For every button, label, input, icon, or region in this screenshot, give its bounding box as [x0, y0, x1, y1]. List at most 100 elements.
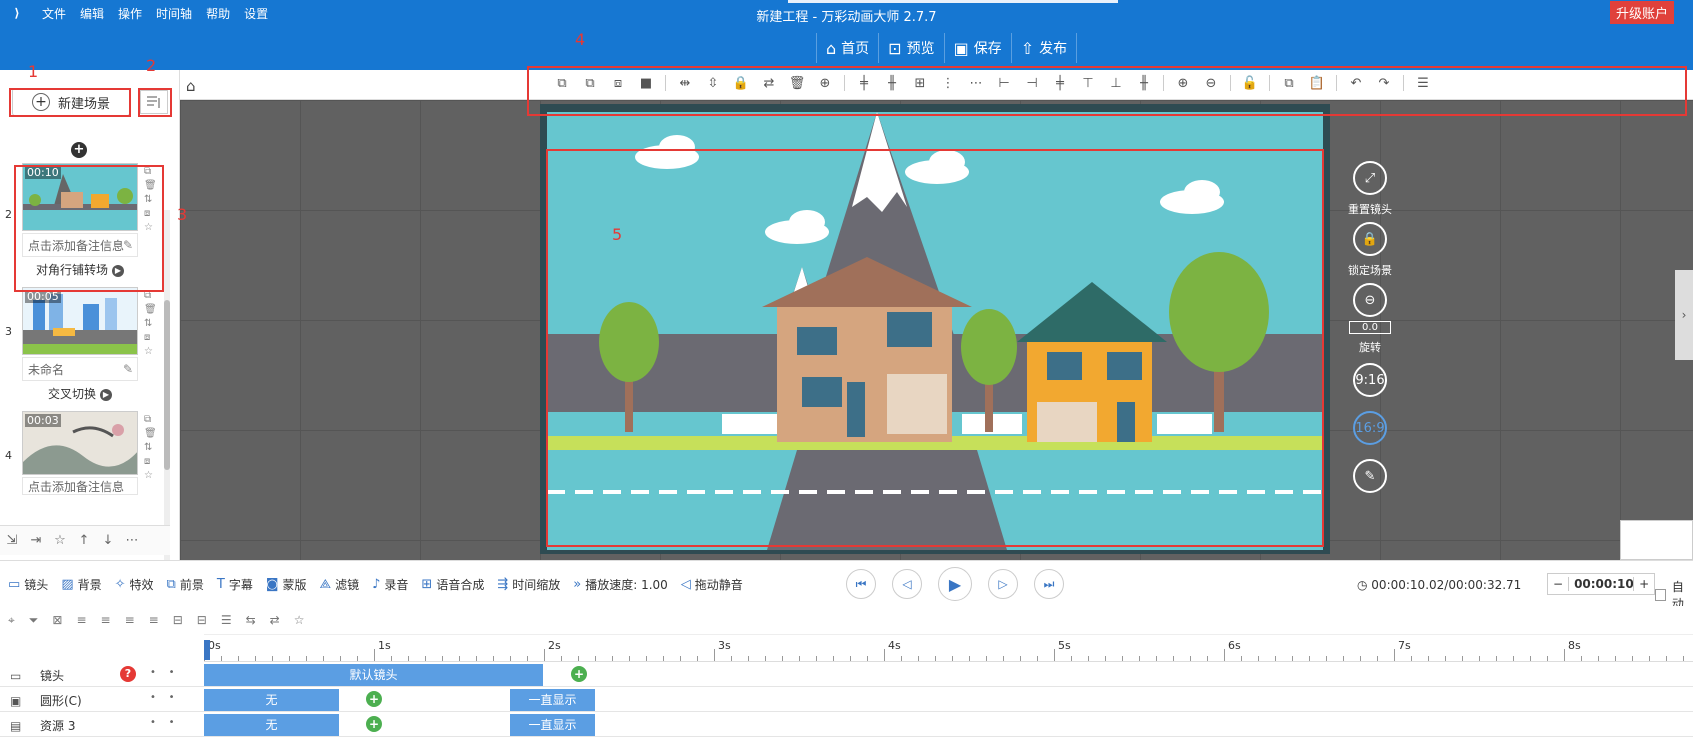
scene-thumbnail[interactable]: 00:05 — [22, 287, 138, 355]
filter-icon[interactable]: ⏷ — [29, 613, 39, 628]
rotate-dial[interactable]: ⊖ — [1353, 283, 1387, 317]
crosshair-icon[interactable]: ⌖ — [8, 613, 15, 628]
ratio-16-9-button[interactable]: 16:9 — [1353, 411, 1387, 445]
add-keyframe-icon[interactable]: + — [366, 691, 382, 707]
add-scene-icon[interactable]: + — [71, 142, 87, 158]
align-justify-icon[interactable]: ≡ — [149, 613, 159, 627]
lock-scene-button[interactable]: 🔒 — [1353, 222, 1387, 256]
play-button[interactable]: ▶ — [938, 567, 972, 601]
zoom-value[interactable]: 00:00:10.0 — [1568, 577, 1635, 591]
export-icon[interactable]: ⇥ — [24, 533, 48, 548]
scene-thumbnail[interactable]: 00:03 — [22, 411, 138, 475]
minimap[interactable] — [1620, 520, 1693, 560]
ruler-tick — [765, 656, 766, 661]
tab-time-scale[interactable]: ⇶ 时间缩放 — [497, 576, 560, 593]
playhead[interactable] — [204, 640, 210, 660]
tab-tts[interactable]: ⊞ 语音合成 — [421, 576, 484, 593]
split-icon[interactable]: ⇆ — [246, 613, 256, 627]
track-toggles[interactable]: • • — [150, 692, 175, 703]
tab-effects[interactable]: ✧ 特效 — [115, 576, 154, 593]
move-down-icon[interactable]: ↓ — [96, 533, 120, 548]
tab-subtitle[interactable]: T 字幕 — [217, 576, 253, 593]
track-circle[interactable]: ▣ 圆形(C) • • 无 + 一直显示 — [0, 687, 1693, 712]
star-list-icon[interactable]: ☆ — [294, 613, 305, 627]
tab-camera[interactable]: ▭ 镜头 — [8, 576, 48, 593]
play-transition-icon[interactable]: ▶ — [100, 388, 112, 401]
next-frame-button[interactable]: ▷ — [988, 569, 1018, 599]
ruler-tick — [1207, 656, 1208, 661]
ruler-tick — [833, 656, 834, 661]
scrollbar-thumb[interactable] — [164, 300, 170, 470]
ruler-tick-label: 1s — [378, 639, 391, 652]
annotation-label-5: 5 — [612, 225, 623, 244]
timeline-bar[interactable]: 无 — [204, 714, 339, 736]
track-camera[interactable]: ▭ 镜头 ? • • 默认镜头 + — [0, 662, 1693, 687]
plus-icon[interactable]: + — [1634, 577, 1654, 591]
more-icon[interactable]: ⋯ — [120, 533, 144, 548]
track-toggles[interactable]: • • — [150, 717, 175, 728]
upgrade-account-button[interactable]: 升级账户 — [1610, 1, 1675, 24]
merge-icon[interactable]: ⇄ — [270, 613, 280, 627]
timeline-bar[interactable]: 一直显示 — [510, 714, 595, 736]
tab-filter[interactable]: ⟁ 滤镜 — [319, 576, 359, 593]
ruler-tick — [221, 656, 222, 661]
reset-camera-button[interactable]: ⤢ — [1353, 161, 1387, 195]
rotation-value-field[interactable]: 0.0 — [1349, 321, 1391, 334]
tts-icon: ⊞ — [421, 577, 433, 592]
add-keyframe-icon[interactable]: + — [571, 666, 587, 682]
save-button[interactable]: ▣ 保存 — [943, 33, 1011, 63]
tab-play-speed[interactable]: » 播放速度: 1.00 — [573, 576, 668, 593]
align-left-icon[interactable]: ≡ — [76, 613, 86, 627]
tab-effects-label: 特效 — [129, 578, 154, 592]
preview-button[interactable]: ⊡ 预览 — [878, 33, 943, 63]
ruler-tick — [1377, 656, 1378, 661]
time-scale-icon: ⇶ — [497, 577, 509, 592]
tab-camera-label: 镜头 — [24, 578, 49, 592]
expand-icon[interactable]: ⊟ — [173, 613, 183, 627]
bar-align-icon[interactable]: ☰ — [221, 613, 232, 627]
edit-pen-button[interactable]: ✎ — [1353, 459, 1387, 493]
timeline-ruler[interactable]: 0s 1s 2s 3s 4s 5s 6s 7s 8s — [204, 634, 1693, 662]
tab-drag-mute[interactable]: ◁ 拖动静音 — [681, 576, 743, 593]
scene-list-scrollbar[interactable] — [164, 210, 170, 565]
checkbox-icon[interactable] — [1655, 589, 1666, 601]
align-center-icon[interactable]: ≡ — [125, 613, 135, 627]
scene-note-field[interactable]: 未命名 ✎ — [22, 357, 138, 381]
publish-button[interactable]: ⇧ 发布 — [1010, 33, 1078, 63]
collapse-right-icon[interactable]: › — [1675, 270, 1693, 360]
ratio-9-16-button[interactable]: 9:16 — [1353, 363, 1387, 397]
add-keyframe-icon[interactable]: + — [366, 716, 382, 732]
next-scene-button[interactable]: ⏭ — [1034, 569, 1064, 599]
prev-frame-button[interactable]: ◁ — [892, 569, 922, 599]
home-button[interactable]: ⌂ 首页 — [816, 33, 878, 63]
timeline-bar[interactable]: 一直显示 — [510, 689, 595, 711]
edit-pencil-icon[interactable]: ✎ — [123, 362, 133, 376]
track-toggles[interactable]: • • — [150, 667, 175, 678]
home-icon[interactable]: ⌂ — [186, 77, 196, 95]
ruler-tick — [1309, 656, 1310, 661]
help-icon[interactable]: ? — [120, 666, 136, 682]
minus-icon[interactable]: − — [1548, 577, 1568, 591]
import-icon[interactable]: ⇲ — [0, 533, 24, 548]
tab-mask[interactable]: ◙ 蒙版 — [266, 576, 307, 593]
collapse-icon[interactable]: ⊟ — [197, 613, 207, 627]
ruler-tick-label: 2s — [548, 639, 561, 652]
scene-transition[interactable]: 交叉切换 ▶ — [20, 385, 140, 402]
star-icon[interactable]: ☆ — [48, 533, 72, 548]
move-up-icon[interactable]: ↑ — [72, 533, 96, 548]
timeline-bar[interactable]: 默认镜头 — [204, 664, 543, 686]
ruler-tick — [1275, 656, 1276, 661]
clear-filter-icon[interactable]: ⊠ — [52, 613, 62, 627]
tab-record[interactable]: ♪ 录音 — [372, 576, 408, 593]
prev-scene-button[interactable]: ⏮ — [846, 569, 876, 599]
ruler-tick — [323, 656, 324, 661]
scene-note-field[interactable]: 点击添加备注信息 — [22, 477, 138, 495]
track-resource[interactable]: ▤ 资源 3 • • 无 + 一直显示 — [0, 712, 1693, 737]
timeline-bar[interactable]: 无 — [204, 689, 339, 711]
tab-background[interactable]: ▨ 背景 — [61, 576, 101, 593]
ruler-tick — [1581, 656, 1582, 661]
zoom-stepper[interactable]: − 00:00:10.0 + — [1547, 573, 1656, 595]
align-right-icon[interactable]: ≡ — [101, 613, 111, 627]
camera-icon: ▭ — [8, 577, 21, 592]
tab-foreground[interactable]: ⧉ 前景 — [167, 576, 204, 593]
